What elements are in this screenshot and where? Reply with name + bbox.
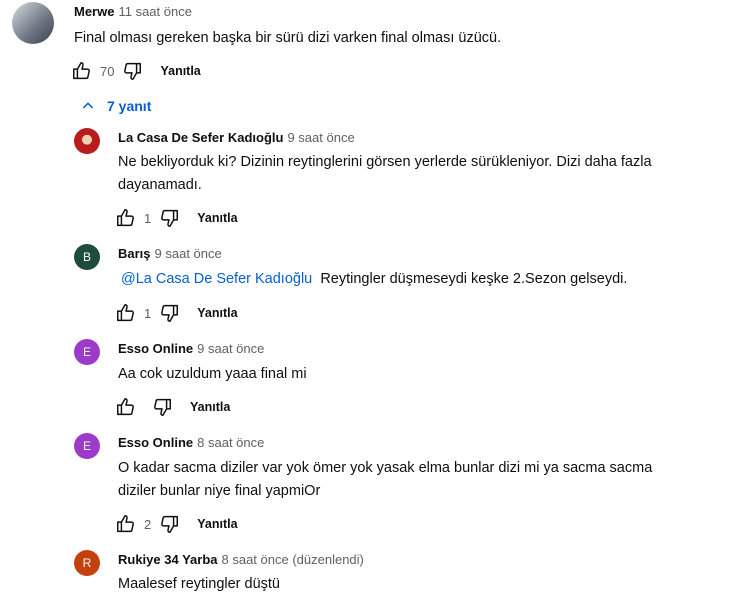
like-icon[interactable] <box>114 206 138 230</box>
reply-button[interactable]: Yanıtla <box>190 400 230 414</box>
avatar[interactable] <box>12 2 54 44</box>
comment-time[interactable]: 11 saat önce <box>118 4 191 19</box>
reply-text: Ne bekliyorduk ki? Dizinin reytinglerini… <box>118 151 652 197</box>
author-name[interactable]: Rukiye 34 Yarba <box>118 552 218 567</box>
like-count: 1 <box>144 210 152 226</box>
reply-time[interactable]: 9 saat önce <box>287 130 354 145</box>
mention-link[interactable]: @La Casa De Sefer Kadıoğlu <box>121 271 312 287</box>
reply-author[interactable]: La Casa De Sefer Kadıoğlu 9 saat önce <box>118 130 355 145</box>
dislike-icon[interactable] <box>120 59 144 83</box>
reply-author[interactable]: Esso Online 9 saat önce <box>118 341 264 356</box>
like-icon[interactable] <box>114 301 138 325</box>
reply-time[interactable]: 9 saat önce <box>155 246 222 261</box>
dislike-icon[interactable] <box>157 301 181 325</box>
reply-time[interactable]: 8 saat önce (düzenlendi) <box>222 552 364 567</box>
avatar[interactable]: B <box>74 244 100 270</box>
author-name[interactable]: La Casa De Sefer Kadıoğlu <box>118 130 283 145</box>
reply-author[interactable]: Rukiye 34 Yarba 8 saat önce (düzenlendi) <box>118 552 364 567</box>
comment-text: Final olması gereken başka bir sürü dizi… <box>74 30 502 46</box>
dislike-icon[interactable] <box>157 512 181 536</box>
reply-text-line: Ne bekliyorduk ki? Dizinin reytinglerini… <box>118 154 652 170</box>
author-name[interactable]: Merwe <box>74 4 114 19</box>
like-count: 2 <box>144 516 152 532</box>
reply-actions: 2 Yanıtla <box>114 512 238 536</box>
like-icon[interactable] <box>114 395 138 419</box>
reply-time[interactable]: 9 saat önce <box>197 341 264 356</box>
reply-author[interactable]: Barış 9 saat önce <box>118 246 222 261</box>
like-count: 70 <box>100 63 115 79</box>
avatar[interactable]: R <box>74 550 100 576</box>
replies-toggle[interactable]: 7 yanıt <box>80 98 151 114</box>
reply-text-line: dayanamadı. <box>118 177 202 193</box>
replies-count: 7 yanıt <box>107 98 152 114</box>
reply-time[interactable]: 8 saat önce <box>197 435 264 450</box>
reply-text-body: Reytingler düşmeseydi keşke 2.Sezon gels… <box>320 271 628 287</box>
author-name[interactable]: Esso Online <box>118 341 193 356</box>
comment-actions: 70 Yanıtla <box>70 59 201 83</box>
reply-actions: Yanıtla <box>114 395 230 419</box>
reply-text: Aa cok uzuldum yaaa final mi <box>118 366 307 382</box>
reply-actions: 1 Yanıtla <box>114 301 238 325</box>
chevron-up-icon <box>82 102 94 109</box>
avatar[interactable]: E <box>74 433 100 459</box>
like-icon[interactable] <box>114 512 138 536</box>
reply-text: Maalesef reytingler düştü <box>118 576 280 592</box>
reply-actions: 1 Yanıtla <box>114 206 238 230</box>
like-count: 1 <box>144 305 152 321</box>
reply-button[interactable]: Yanıtla <box>197 517 237 531</box>
reply-button[interactable]: Yanıtla <box>197 211 237 225</box>
dislike-icon[interactable] <box>157 206 181 230</box>
avatar[interactable] <box>74 128 100 154</box>
reply-text-line: O kadar sacma diziler var yok ömer yok y… <box>118 460 653 476</box>
reply-text: O kadar sacma diziler var yok ömer yok y… <box>118 457 652 503</box>
author-name[interactable]: Barış <box>118 246 151 261</box>
reply-button[interactable]: Yanıtla <box>160 64 200 78</box>
reply-button[interactable]: Yanıtla <box>197 306 237 320</box>
avatar[interactable]: E <box>74 339 100 365</box>
reply-text: @La Casa De Sefer Kadıoğlu Reytingler dü… <box>121 268 627 291</box>
reply-text-line: diziler bunlar niye final yapmiOr <box>118 483 321 499</box>
like-icon[interactable] <box>70 59 94 83</box>
author-name[interactable]: Esso Online <box>118 435 193 450</box>
reply-author[interactable]: Esso Online 8 saat önce <box>118 435 264 450</box>
dislike-icon[interactable] <box>150 395 174 419</box>
comment-author[interactable]: Merwe 11 saat önce <box>74 4 192 19</box>
